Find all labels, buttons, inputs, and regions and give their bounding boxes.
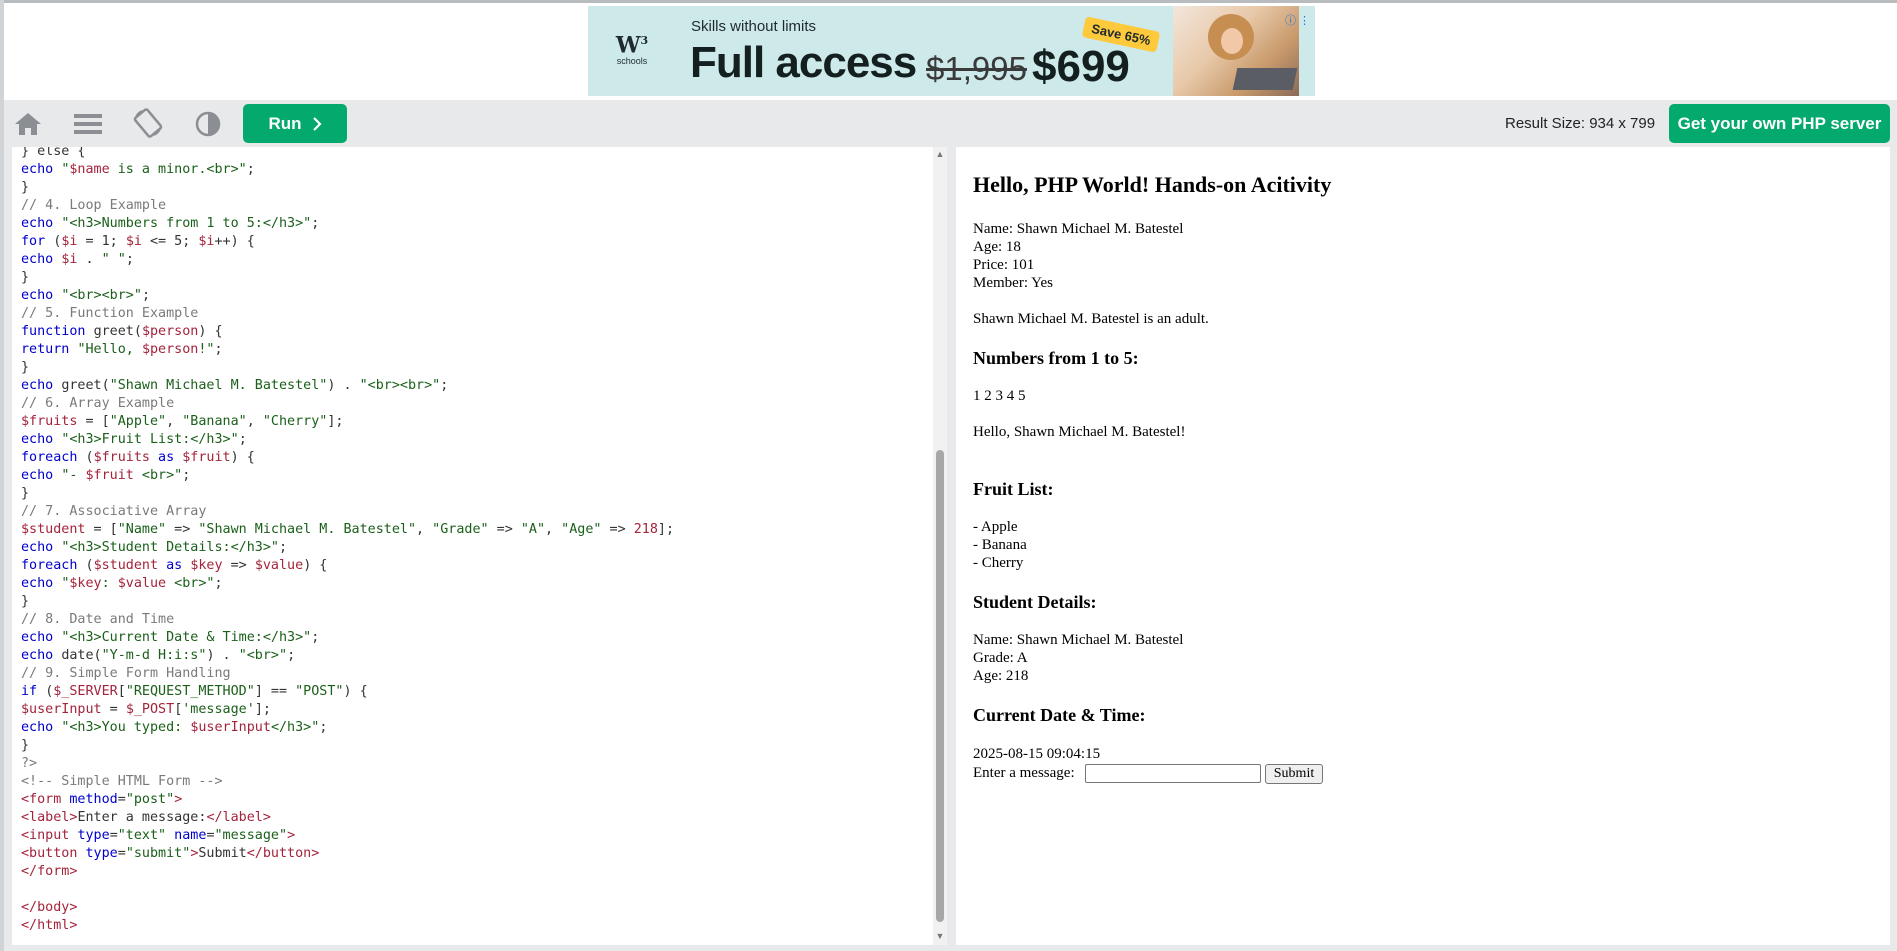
code-line[interactable]: // 4. Loop Example — [21, 197, 674, 215]
code-line[interactable]: </form> — [21, 863, 674, 881]
code-line[interactable]: // 8. Date and Time — [21, 611, 674, 629]
code-line[interactable]: // 5. Function Example — [21, 305, 674, 323]
ad-photo — [1173, 6, 1299, 96]
ad-tagline: Skills without limits — [691, 18, 817, 35]
code-line[interactable]: echo "<h3>Student Details:</h3>"; — [21, 539, 674, 557]
scroll-down-arrow-icon[interactable]: ▼ — [933, 931, 947, 943]
code-line[interactable]: $fruits = ["Apple", "Banana", "Cherry"]; — [21, 413, 674, 431]
code-text[interactable]: } else {echo "$name is a minor.<br>";}//… — [12, 147, 674, 935]
chevron-right-icon — [312, 116, 322, 131]
scroll-thumb[interactable] — [936, 450, 944, 922]
ad-info-icon[interactable]: ⓘ ⋮ — [1285, 12, 1310, 28]
w3schools-logo: W3 schools — [615, 32, 649, 67]
form-label: Enter a message: — [973, 765, 1075, 781]
result-size: Result Size: 934 x 799 — [1505, 115, 1656, 132]
code-line[interactable]: // 9. Simple Form Handling — [21, 665, 674, 683]
code-line[interactable]: echo "<br><br>"; — [21, 287, 674, 305]
code-line[interactable]: <!-- Simple HTML Form --> — [21, 773, 674, 791]
rotate-layout-icon[interactable] — [132, 107, 164, 138]
adult-line: Shawn Michael M. Batestel is an adult. — [973, 311, 1209, 327]
ad-old-price: $1,995 — [926, 50, 1027, 87]
code-line[interactable]: } else { — [21, 147, 674, 161]
code-line[interactable]: $student = ["Name" => "Shawn Michael M. … — [21, 521, 674, 539]
student-heading: Student Details: — [973, 592, 1097, 612]
code-line[interactable] — [21, 881, 674, 899]
menu-icon[interactable] — [72, 110, 104, 138]
code-line[interactable]: echo "<h3>Numbers from 1 to 5:</h3>"; — [21, 215, 674, 233]
member-line: Member: Yes — [973, 275, 1054, 291]
scroll-up-arrow-icon[interactable]: ▲ — [933, 149, 947, 161]
code-line[interactable]: echo date("Y-m-d H:i:s") . "<br>"; — [21, 647, 674, 665]
code-editor[interactable]: } else {echo "$name is a minor.<br>";}//… — [12, 147, 947, 945]
code-line[interactable]: </html> — [21, 917, 674, 935]
code-line[interactable]: </body> — [21, 899, 674, 917]
get-php-server-button[interactable]: Get your own PHP server — [1669, 104, 1890, 143]
run-button-label: Run — [268, 113, 302, 133]
code-line[interactable]: } — [21, 359, 674, 377]
code-line[interactable]: <input type="text" name="message"> — [21, 827, 674, 845]
code-line[interactable]: echo "$name is a minor.<br>"; — [21, 161, 674, 179]
submit-button[interactable]: Submit — [1265, 764, 1323, 784]
student-item: Grade: A — [973, 650, 1028, 666]
fruit-item: - Banana — [973, 537, 1027, 553]
result-title: Hello, PHP World! Hands-on Acitivity — [973, 172, 1332, 197]
greeting-line: Hello, Shawn Michael M. Batestel! — [973, 424, 1186, 440]
numbers-output: 1 2 3 4 5 — [973, 388, 1026, 404]
code-line[interactable]: } — [21, 485, 674, 503]
ad-new-price: $699 — [1032, 42, 1130, 91]
editor-scrollbar[interactable]: ▲ ▼ — [933, 147, 947, 945]
code-line[interactable]: foreach ($student as $key => $value) { — [21, 557, 674, 575]
name-line: Name: Shawn Michael M. Batestel — [973, 221, 1184, 237]
ad-banner[interactable]: W3 schools Skills without limits Full ac… — [588, 6, 1315, 96]
code-line[interactable]: ?> — [21, 755, 674, 773]
code-line[interactable]: <button type="submit">Submit</button> — [21, 845, 674, 863]
code-line[interactable]: return "Hello, $person!"; — [21, 341, 674, 359]
result-pane: Hello, PHP World! Hands-on Acitivity Nam… — [956, 147, 1890, 945]
code-line[interactable]: $userInput = $_POST['message']; — [21, 701, 674, 719]
code-line[interactable]: echo $i . " "; — [21, 251, 674, 269]
code-line[interactable]: <form method="post"> — [21, 791, 674, 809]
fruit-item: - Cherry — [973, 555, 1024, 571]
code-line[interactable]: } — [21, 593, 674, 611]
code-line[interactable]: } — [21, 269, 674, 287]
code-line[interactable]: echo "<h3>Fruit List:</h3>"; — [21, 431, 674, 449]
code-line[interactable]: for ($i = 1; $i <= 5; $i++) { — [21, 233, 674, 251]
code-line[interactable]: echo greet("Shawn Michael M. Batestel") … — [21, 377, 674, 395]
code-line[interactable]: } — [21, 737, 674, 755]
date-heading: Current Date & Time: — [973, 705, 1146, 725]
datetime-output: 2025-08-15 09:04:15 — [973, 746, 1101, 762]
student-item: Age: 218 — [973, 668, 1029, 684]
code-line[interactable]: echo "<h3>You typed: $userInput</h3>"; — [21, 719, 674, 737]
fruit-heading: Fruit List: — [973, 479, 1054, 499]
code-line[interactable]: <label>Enter a message:</label> — [21, 809, 674, 827]
code-line[interactable]: // 7. Associative Array — [21, 503, 674, 521]
code-line[interactable]: foreach ($fruits as $fruit) { — [21, 449, 674, 467]
run-button[interactable]: Run — [243, 104, 347, 143]
code-line[interactable]: } — [21, 179, 674, 197]
code-line[interactable]: function greet($person) { — [21, 323, 674, 341]
message-input[interactable] — [1085, 764, 1261, 783]
code-line[interactable]: // 6. Array Example — [21, 395, 674, 413]
student-item: Name: Shawn Michael M. Batestel — [973, 632, 1184, 648]
fruit-item: - Apple — [973, 519, 1018, 535]
ad-headline: Full access — [690, 38, 917, 87]
age-line: Age: 18 — [973, 239, 1021, 255]
code-line[interactable]: echo "<h3>Current Date & Time:</h3>"; — [21, 629, 674, 647]
numbers-heading: Numbers from 1 to 5: — [973, 348, 1139, 368]
code-line[interactable]: echo "$key: $value <br>"; — [21, 575, 674, 593]
code-line[interactable]: echo "- $fruit <br>"; — [21, 467, 674, 485]
contrast-icon[interactable] — [192, 110, 224, 138]
price-line: Price: 101 — [973, 257, 1035, 273]
code-line[interactable]: if ($_SERVER["REQUEST_METHOD"] == "POST"… — [21, 683, 674, 701]
home-icon[interactable] — [12, 110, 44, 138]
